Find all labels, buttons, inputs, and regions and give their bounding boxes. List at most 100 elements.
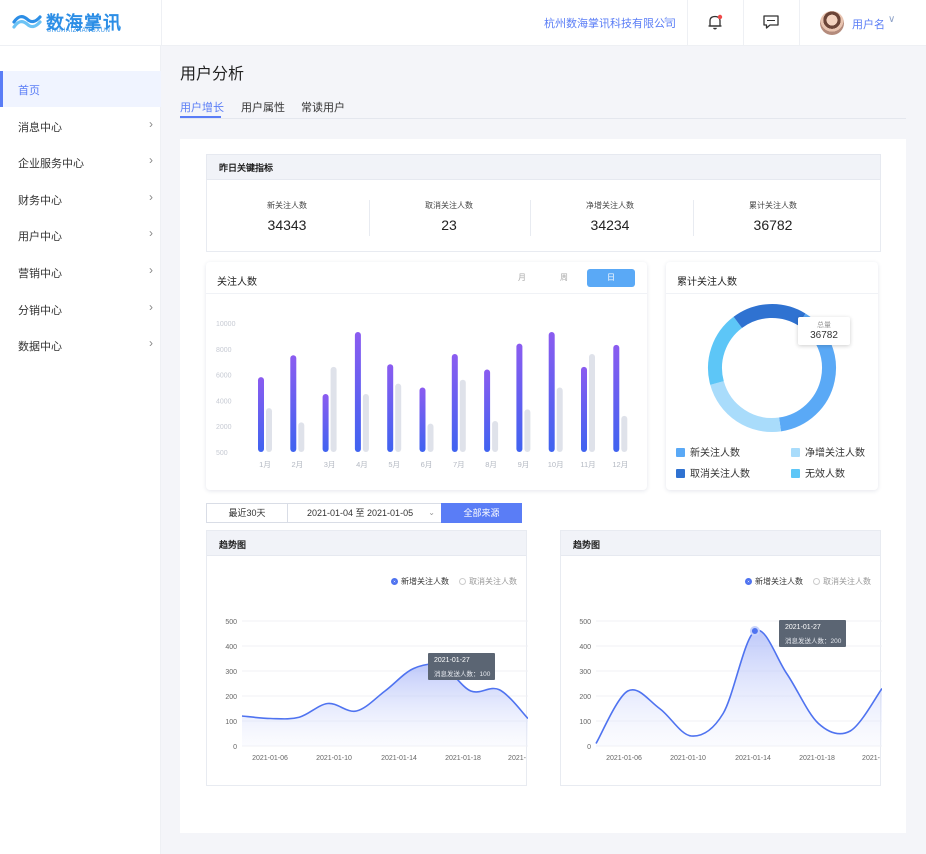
donut-slice [733,304,806,329]
bar-cancel [524,409,531,452]
header-separator [799,0,800,46]
legend-invalid: 无效人数 [791,465,845,480]
tab-frequent-readers[interactable]: 常读用户 [301,99,345,115]
bar-new [322,393,329,452]
kpi-unfollowers: 取消关注人数 23 [369,180,529,252]
chevron-down-icon: ⌄ [428,508,435,517]
header-divider [161,0,162,46]
chevron-right-icon: › [149,300,153,314]
donut-slice [710,380,781,432]
sidebar-item-label: 首页 [18,85,40,97]
header-separator [687,0,688,46]
legend-new-followers: 新关注人数 [676,444,740,459]
y-tick-label: 2000 [216,424,232,431]
y-tick-label: 400 [579,644,591,651]
x-tick-label: 2021-01-14 [381,755,417,762]
username[interactable]: 用户名 [852,16,885,32]
logo-icon [12,15,42,29]
bar-cancel [298,422,305,452]
sidebar-item-data[interactable]: 数据中心 › [0,327,161,363]
y-tick-label: 500 [225,619,237,626]
legend-net-followers: 净增关注人数 [791,444,865,459]
bar-new [548,332,555,452]
sidebar-item-home[interactable]: 首页 [0,71,161,107]
sidebar-item-messages[interactable]: 消息中心 › [0,108,161,144]
tooltip-label: 总量 [817,322,831,329]
y-tick-label: 0 [587,744,591,751]
switch-company-icon[interactable]: ⇋ [664,15,672,26]
x-tick-label: 2021-01-06 [252,755,288,762]
sidebar-item-distribution[interactable]: 分销中心 › [0,291,161,327]
header-separator [743,0,744,46]
user-avatar[interactable] [820,11,844,35]
y-tick-label: 300 [225,669,237,676]
tab-user-attributes[interactable]: 用户属性 [241,99,285,115]
trend-card-1: 趋势图 新增关注人数 取消关注人数 500 400 300 200 100 0 2021-0… [206,530,528,786]
sidebar-item-marketing[interactable]: 营销中心 › [0,254,161,290]
tooltip-text: 消息发送人数：100 [434,671,491,678]
tooltip-date: 2021-01-27 [434,657,470,664]
sidebar-item-label: 财务中心 [18,195,62,207]
kpi-header: 昨日关键指标 [206,154,881,180]
bar-cancel [266,408,272,452]
kpi-label: 累计关注人数 [749,201,797,210]
x-tick-label: 6月 [421,460,433,469]
bar-cancel [459,379,466,452]
bar-new [419,387,426,452]
kpi-label: 取消关注人数 [425,201,473,210]
sidebar-item-users[interactable]: 用户中心 › [0,217,161,253]
x-tick-label: 7月 [453,460,465,469]
x-tick-label: 2月 [291,460,303,469]
all-sources-button[interactable]: 全部来源 [441,503,522,523]
trend-card-2: 趋势图 新增关注人数 取消关注人数 500 400 300 200 100 0 2021-0… [560,530,882,786]
bar-cancel [427,423,434,452]
notification-bell-icon[interactable] [706,13,724,31]
y-tick-label: 0 [233,744,237,751]
kpi-title: 昨日关键指标 [219,163,274,173]
chevron-right-icon: › [149,153,153,167]
follow-count-card: 关注人数 月 周 日 10000 8000 6000 4000 2000 500 1月 2月 3… [206,262,647,490]
chevron-down-icon[interactable]: ∨ [888,14,895,25]
bar-chart: 10000 8000 6000 4000 2000 500 1月 2月 3月 4月 5月 6月 7月 8月… [216,321,628,469]
x-tick-label: 4月 [356,460,368,469]
sidebar-item-label: 消息中心 [18,122,62,134]
bar-cancel [589,353,595,452]
sidebar-item-enterprise[interactable]: 企业服务中心 › [0,144,161,180]
y-tick-label: 200 [225,694,237,701]
x-tick-label: 2021-01-06 [606,755,642,762]
x-tick-label: 1月 [259,460,271,469]
y-tick-label: 6000 [216,373,232,380]
x-tick-label: 2021- [508,755,527,762]
company-switcher[interactable]: 杭州数海掌讯科技有限公司 [544,15,676,31]
chart-tooltip: 2021-01-27 消息发送人数：200 [779,620,846,647]
tab-user-growth[interactable]: 用户增长 [180,99,224,115]
donut-slice [708,316,743,385]
sidebar-item-finance[interactable]: 财务中心 › [0,181,161,217]
kpi-label: 新关注人数 [267,201,307,210]
kpi-label: 净增关注人数 [586,201,634,210]
y-tick-label: 300 [579,669,591,676]
chevron-right-icon: › [149,117,153,131]
last-30-days-button[interactable]: 最近30天 [206,503,288,523]
tooltip-date: 2021-01-27 [785,624,821,631]
kpi-new-followers: 新关注人数 34343 [207,180,367,252]
chevron-right-icon: › [149,226,153,240]
x-tick-label: 2021-01-18 [799,755,835,762]
kpi-value: 36782 [753,217,793,233]
x-tick-label: 2021-01-14 [735,755,771,762]
bar-new [354,332,361,452]
logo[interactable]: 数海掌讯 SHUHAIZHANGXUN [12,9,162,37]
bar-new [387,364,394,452]
tabs-divider [180,118,906,119]
sidebar-item-label: 营销中心 [18,268,62,280]
date-range-picker[interactable]: 2021-01-04 至 2021-01-05 ⌄ [287,503,442,523]
message-chat-icon[interactable] [762,13,780,31]
brand-name-en: SHUHAIZHANGXUN [47,28,111,34]
x-tick-label: 11月 [580,460,595,469]
kpi-value: 34234 [590,217,630,233]
x-tick-label: 2021-01-10 [316,755,352,762]
bar-cancel [621,415,628,452]
highlight-point [749,626,760,636]
active-tab-indicator [180,116,221,118]
donut-tooltip: 总量 36782 [798,317,850,345]
